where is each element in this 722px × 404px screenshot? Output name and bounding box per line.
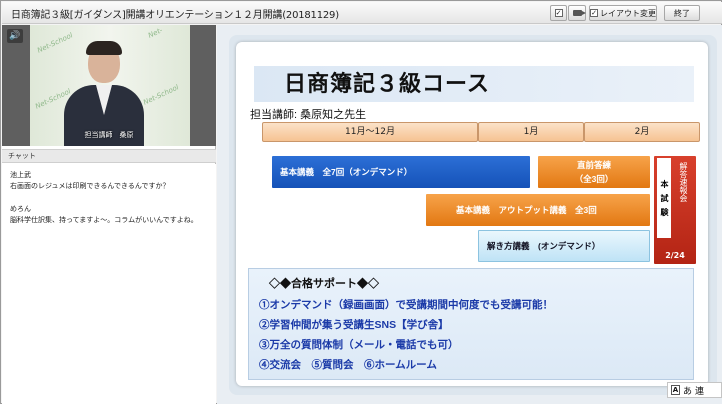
support-title: ◇◆合格サポート◆◇	[269, 278, 379, 290]
app-window: 日商簿記３級[ガイダンス]開講オリエンテーション１２月開講(20181129) …	[0, 0, 722, 404]
chat-message: 脳科学仕訳集、持ってますよ～。コラムがいいんですよね。	[10, 216, 198, 224]
watermark: Net-	[147, 26, 164, 40]
exam-date: 2/24	[665, 251, 685, 260]
layout-change-button[interactable]: ✓ レイアウト変更	[589, 5, 657, 21]
support-item: ①オンデマンド（録画画面）で受講期間中何度でも受講可能！	[259, 299, 553, 311]
support-item: ②学習仲間が集う受講生SNS【学び舎】	[259, 319, 449, 331]
timeline-jan: 1月	[478, 122, 584, 142]
support-item: ③万全の質問体制（メール・電話でも可）	[259, 339, 459, 351]
support-item: ④交流会 ⑤質問会 ⑥ホームルーム	[259, 359, 437, 371]
chat-log[interactable]: 池上武 右画面のレジュメは印刷できるんできるんですか？ めろん 脳科学仕訳集、持…	[2, 164, 216, 404]
chat-header: チャット	[2, 149, 216, 163]
teacher-line: 担当講師: 桑原知之先生	[250, 109, 367, 121]
output-lecture-bar: 基本講義 アウトプット講義 全3回	[426, 194, 650, 226]
checkbox-toggle[interactable]: ✓	[550, 5, 567, 21]
slide: 日商簿記３級コース 担当講師: 桑原知之先生 11月～12月 1月 2月 基本講…	[236, 42, 708, 386]
exam-note: 解答速報会	[679, 162, 688, 202]
timeline-nov-dec: 11月～12月	[262, 122, 478, 142]
course-title: 日商簿記３級コース	[254, 66, 694, 102]
lecturer-hair	[86, 41, 122, 55]
layout-change-label: レイアウト変更	[600, 8, 656, 18]
checkbox-icon: ✓	[554, 9, 563, 17]
exit-label: 終了	[674, 8, 690, 18]
title-bar: 日商簿記３級[ガイダンス]開講オリエンテーション１２月開講(20181129) …	[2, 2, 722, 24]
watermark: Net-School	[142, 83, 180, 107]
review-drill-label: 直前答練	[576, 160, 611, 170]
chat-message: 右画面のレジュメは印刷できるんできるんですか？	[10, 182, 170, 190]
slide-area: 日商簿記３級コース 担当講師: 桑原知之先生 11月～12月 1月 2月 基本講…	[217, 25, 722, 404]
ime-a-icon: A	[671, 385, 680, 395]
review-drill-sub: （全3回）	[574, 174, 614, 184]
ime-indicator[interactable]: A あ 連	[667, 382, 722, 398]
support-box: ◇◆合格サポート◆◇ ①オンデマンド（録画画面）で受講期間中何度でも受講可能！ …	[248, 268, 694, 380]
main-exam-block: 本試験 解答速報会 2/24	[654, 156, 696, 264]
checkbox-icon: ✓	[590, 9, 598, 17]
ime-extra: 連	[695, 386, 705, 397]
speaker-icon[interactable]: 🔊	[7, 29, 23, 43]
left-panel: Net-School Net- Net-School Net-School 🔊 …	[2, 25, 216, 404]
camera-toggle[interactable]	[568, 5, 586, 21]
review-drill-bar: 直前答練 （全3回）	[538, 156, 650, 188]
solving-lecture-bar: 解き方講義 (オンデマンド）	[478, 230, 650, 262]
exit-button[interactable]: 終了	[664, 5, 700, 21]
timeline-feb: 2月	[584, 122, 700, 142]
lecturer-video: Net-School Net- Net-School Net-School 🔊 …	[2, 25, 216, 146]
chat-author: 池上武	[10, 171, 31, 179]
chat-author: めろん	[10, 205, 31, 213]
exam-label: 本試験	[657, 158, 671, 238]
camera-icon	[572, 10, 586, 16]
ime-mode: あ	[683, 386, 693, 397]
basic-lecture-bar: 基本講義 全7回（オンデマンド）	[272, 156, 530, 188]
video-caption: 担当講師 桑原	[84, 131, 134, 139]
window-title: 日商簿記３級[ガイダンス]開講オリエンテーション１２月開講(20181129)	[11, 10, 339, 21]
